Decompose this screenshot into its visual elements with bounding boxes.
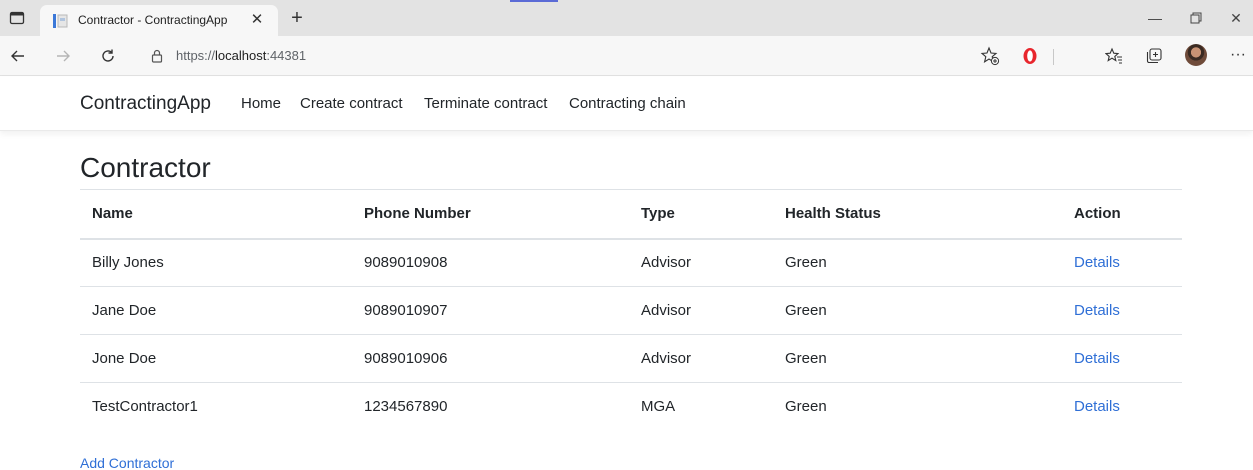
- cell-action: Details: [1062, 239, 1182, 287]
- details-link[interactable]: Details: [1074, 302, 1120, 319]
- cell-name: Jone Doe: [92, 350, 157, 367]
- header-phone-number: Phone Number: [364, 205, 471, 223]
- table-row: TestContractor1 1234567890 MGA Green Det…: [80, 383, 1182, 431]
- cell-health: Green: [785, 254, 827, 272]
- opera-icon[interactable]: [1022, 47, 1038, 65]
- cell-action: Details: [1062, 335, 1182, 383]
- cell-health: Green: [785, 398, 827, 416]
- cell-type: Advisor: [641, 302, 692, 319]
- tab-actions-icon[interactable]: [8, 9, 26, 27]
- nav-terminate-contract[interactable]: Terminate contract: [424, 95, 547, 112]
- browser-toolbar: https://localhost:44381: [0, 36, 1253, 76]
- cell-phone: 1234567890: [364, 398, 448, 416]
- favorites-icon[interactable]: [1104, 46, 1124, 66]
- table-row: Jone Doe 9089010906 Advisor Green Detail…: [80, 335, 1182, 383]
- browser-tab-active[interactable]: Contractor - ContractingApp ✕: [40, 5, 278, 36]
- back-arrow-icon[interactable]: [8, 46, 28, 66]
- nav-create-contract[interactable]: Create contract: [300, 95, 403, 112]
- brand-link[interactable]: ContractingApp: [80, 93, 211, 115]
- cell-action: Details: [1062, 287, 1182, 335]
- cell-name: Billy Jones: [92, 254, 164, 272]
- browser-tabstrip: Contractor - ContractingApp ✕ + — ✕: [0, 0, 1253, 36]
- plus-icon[interactable]: +: [286, 8, 308, 30]
- tab-title: Contractor - ContractingApp: [78, 13, 228, 27]
- window-close-icon[interactable]: ✕: [1226, 8, 1246, 28]
- header-name: Name: [92, 205, 133, 223]
- details-link[interactable]: Details: [1074, 254, 1120, 271]
- cell-type: Advisor: [641, 254, 692, 272]
- toolbar-divider: [1053, 49, 1054, 65]
- details-link[interactable]: Details: [1074, 398, 1120, 415]
- forward-arrow-icon[interactable]: [53, 46, 73, 66]
- nav-home[interactable]: Home: [241, 95, 281, 112]
- cell-phone: 9089010906: [364, 350, 448, 367]
- restore-icon[interactable]: [1186, 8, 1206, 28]
- star-plus-icon[interactable]: [980, 46, 1000, 66]
- cell-health: Green: [785, 302, 827, 319]
- loading-indicator: [510, 0, 558, 2]
- app-navbar: ContractingApp Home Create contract Term…: [0, 77, 1253, 131]
- contractor-table: Name Phone Number Type Health Status Act…: [80, 189, 1182, 431]
- page-favicon-icon: [52, 13, 68, 29]
- cell-health: Green: [785, 350, 827, 367]
- address-bar[interactable]: https://localhost:44381: [138, 40, 1008, 72]
- cell-type: MGA: [641, 398, 676, 416]
- cell-name: TestContractor1: [92, 398, 198, 416]
- cell-type: Advisor: [641, 350, 692, 367]
- header-type: Type: [641, 205, 675, 223]
- minimize-icon[interactable]: —: [1145, 8, 1165, 28]
- close-icon[interactable]: ✕: [248, 11, 266, 29]
- cell-name: Jane Doe: [92, 302, 157, 319]
- ellipsis-icon[interactable]: ···: [1228, 46, 1248, 66]
- page-title: Contractor: [80, 152, 211, 183]
- add-contractor-link[interactable]: Add Contractor: [80, 455, 174, 470]
- cell-phone: 9089010908: [364, 254, 448, 272]
- table-row: Billy Jones 9089010908 Advisor Green Det…: [80, 239, 1182, 287]
- cell-action: Details: [1062, 383, 1182, 431]
- details-link[interactable]: Details: [1074, 350, 1120, 367]
- header-health-status: Health Status: [785, 205, 881, 223]
- header-action: Action: [1074, 205, 1121, 223]
- table-header-row: Name Phone Number Type Health Status Act…: [80, 189, 1182, 239]
- nav-contracting-chain[interactable]: Contracting chain: [569, 95, 686, 112]
- lock-icon[interactable]: [150, 49, 164, 63]
- refresh-icon[interactable]: [98, 46, 118, 66]
- profile-avatar[interactable]: [1185, 44, 1207, 66]
- table-row: Jane Doe 9089010907 Advisor Green Detail…: [80, 287, 1182, 335]
- cell-phone: 9089010907: [364, 302, 448, 319]
- collections-icon[interactable]: [1144, 46, 1164, 66]
- url-text: https://localhost:44381: [176, 48, 307, 63]
